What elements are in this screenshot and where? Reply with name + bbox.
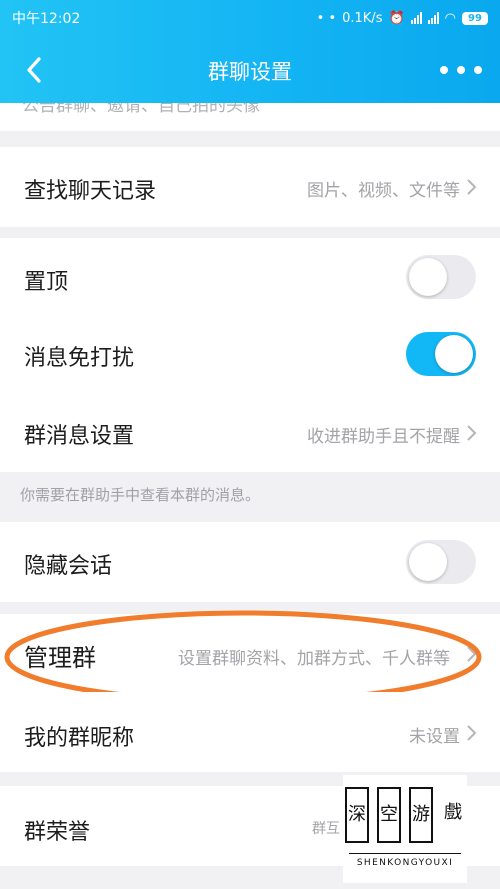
manage-group-label: 管理群: [24, 644, 96, 672]
mute-label: 消息免打扰: [24, 346, 135, 371]
group-msg-settings-row[interactable]: 群消息设置 收进群助手且不提醒: [0, 394, 500, 472]
chevron-right-icon: [467, 725, 477, 741]
watermark-char: 戲: [444, 802, 462, 823]
watermark-pinyin: SHENKONGYOUXI: [356, 858, 454, 868]
mute-row: 消息免打扰: [0, 316, 500, 394]
my-nickname-row[interactable]: 我的群昵称 未设置: [0, 692, 500, 772]
watermark-logo: 深 空 游 戲 SHENKONGYOUXI: [343, 775, 467, 883]
watermark-char: 深: [345, 787, 369, 843]
hide-session-label: 隐藏会话: [24, 554, 113, 579]
pin-top-toggle[interactable]: [406, 255, 476, 299]
my-nickname-label: 我的群昵称: [24, 726, 135, 751]
battery-icon: 99: [462, 11, 488, 25]
partial-row: 公告群聊、邀请、自己拍的头像: [0, 103, 500, 131]
signal-2-icon: [427, 12, 439, 24]
status-bar: 中午12:02 • • 0.1K/s ⏰ ◠ 99: [12, 8, 488, 28]
group-msg-hint: 你需要在群助手中查看本群的消息。: [20, 486, 261, 504]
group-msg-settings-label: 群消息设置: [24, 424, 135, 449]
group-honor-value: 群互: [312, 821, 340, 837]
pin-top-row: 置顶: [0, 238, 500, 316]
pin-top-label: 置顶: [24, 270, 69, 295]
chevron-right-icon: [467, 179, 477, 195]
mute-toggle[interactable]: [406, 332, 476, 376]
net-speed: 0.1K/s: [342, 10, 383, 26]
group-msg-settings-value: 收进群助手且不提醒: [307, 427, 460, 447]
watermark-char: 空: [377, 787, 401, 843]
signal-icon: [410, 12, 422, 24]
group-honor-label: 群荣誉: [24, 820, 91, 845]
search-history-label: 查找聊天记录: [24, 179, 157, 204]
search-history-row[interactable]: 查找聊天记录 图片、视频、文件等: [0, 147, 500, 227]
more-options-icon[interactable]: [440, 58, 482, 82]
hide-session-toggle[interactable]: [406, 540, 476, 584]
watermark-char: 游: [409, 787, 433, 843]
search-history-value: 图片、视频、文件等: [307, 181, 460, 201]
manage-group-value: 设置群聊资料、加群方式、千人群等: [178, 649, 450, 669]
nav-bar: 群聊设置: [0, 50, 500, 90]
my-nickname-value: 未设置: [409, 727, 460, 747]
status-time: 中午12:02: [12, 11, 81, 27]
wifi-icon: ◠: [444, 10, 456, 26]
manage-group-row[interactable]: 管理群 设置群聊资料、加群方式、千人群等: [0, 614, 500, 692]
chevron-right-icon: [467, 425, 477, 441]
chevron-right-icon: [467, 646, 477, 662]
app-header: 中午12:02 • • 0.1K/s ⏰ ◠ 99 群聊设置: [0, 0, 500, 103]
hide-session-row: 隐藏会话: [0, 522, 500, 602]
alarm-icon: ⏰: [388, 10, 405, 26]
page-title: 群聊设置: [208, 60, 292, 84]
partial-row-text: 公告群聊、邀请、自己拍的头像: [22, 103, 260, 116]
status-dots: • •: [316, 10, 337, 26]
